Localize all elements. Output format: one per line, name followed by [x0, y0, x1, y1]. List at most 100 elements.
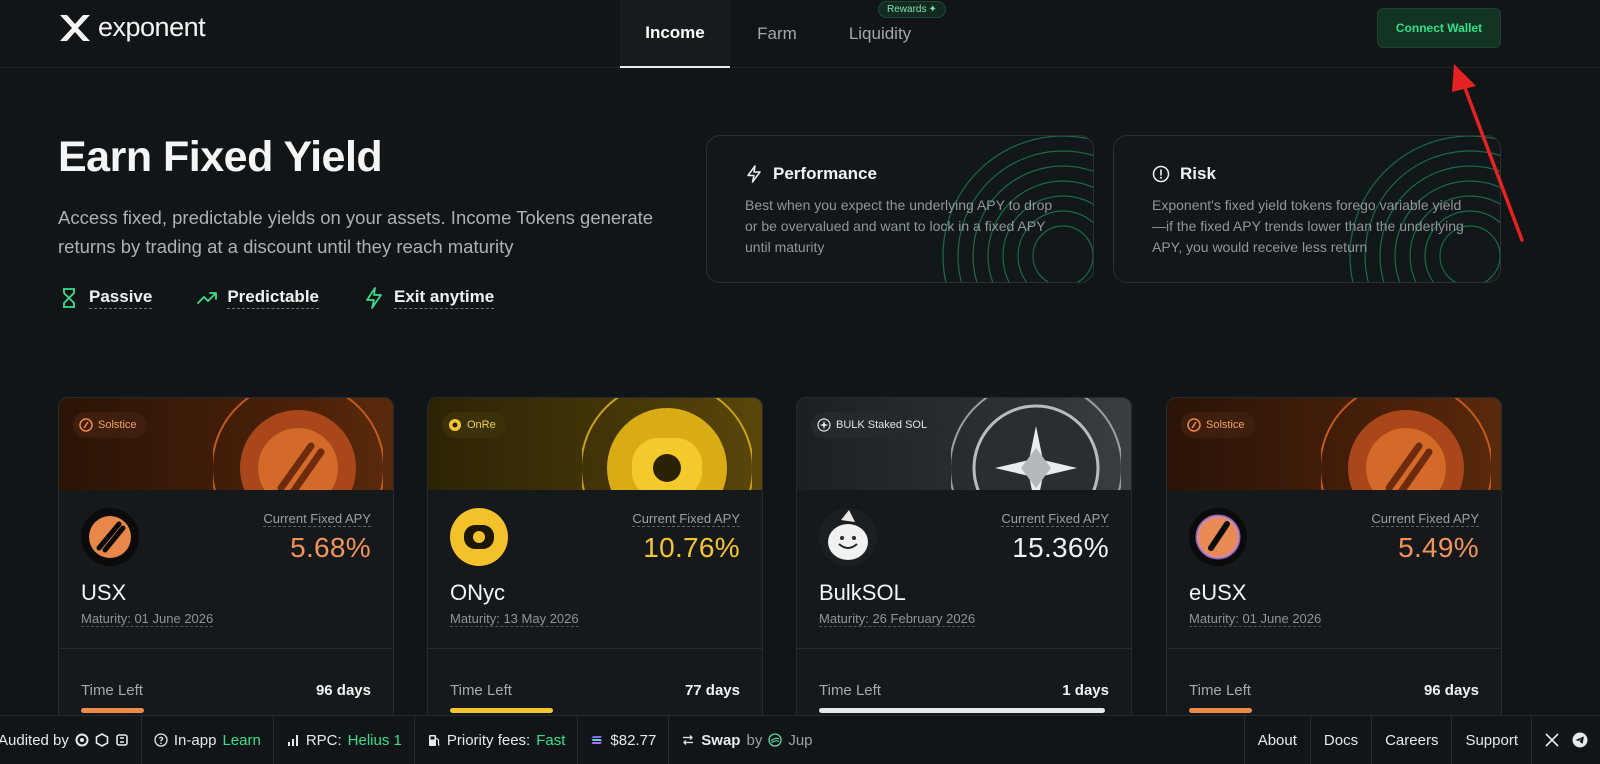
- footer-link-support[interactable]: Support: [1451, 716, 1531, 764]
- page-title: Earn Fixed Yield: [58, 133, 383, 181]
- platform-name: BULK Staked SOL: [836, 419, 928, 431]
- footer-link-docs[interactable]: Docs: [1309, 716, 1371, 764]
- onre-icon: [449, 419, 461, 431]
- exponent-logo-icon: [60, 14, 90, 41]
- trending-up-icon: [197, 292, 218, 304]
- usx-token-icon: [81, 508, 139, 566]
- time-left-label: Time Left: [450, 682, 512, 699]
- swap-by: by: [746, 731, 763, 749]
- time-left-value: 1 days: [1062, 682, 1109, 699]
- platform-name: Solstice: [98, 419, 137, 431]
- time-left-label: Time Left: [81, 682, 143, 699]
- card-banner: OnRe: [428, 398, 762, 490]
- fuel-pump-icon: [428, 735, 440, 746]
- onre-logo-art: [582, 398, 752, 490]
- token-name: ONyc: [450, 580, 505, 605]
- maturity-date: Maturity: 01 June 2026: [81, 611, 214, 627]
- sol-price: $82.77: [578, 716, 670, 764]
- time-left-value: 77 days: [684, 682, 740, 699]
- status-footer: Audited by In-app Learn RPC: Helius 1 Pr…: [0, 715, 1600, 764]
- performance-card: Performance Best when you expect the und…: [706, 135, 1094, 283]
- risk-body: Exponent's fixed yield tokens forego var…: [1152, 197, 1464, 255]
- feature-passive[interactable]: Passive: [58, 287, 153, 309]
- time-left-label: Time Left: [1189, 682, 1251, 699]
- fees-value: Fast: [536, 731, 566, 749]
- learn-link[interactable]: Learn: [222, 732, 260, 749]
- signal-bars-icon: [287, 735, 298, 746]
- brand-logo[interactable]: exponent: [58, 12, 206, 43]
- rewards-badge: Rewards ✦: [878, 1, 946, 18]
- time-left-bar: [819, 708, 1105, 713]
- asset-card-onyc[interactable]: OnRe Current Fixed APY 10.76% ONyc Matur…: [427, 397, 763, 727]
- time-left-bar: [450, 708, 553, 713]
- feature-exit-anytime[interactable]: Exit anytime: [363, 287, 495, 309]
- maturity-date: Maturity: 01 June 2026: [1189, 611, 1322, 627]
- apy-label: Current Fixed APY: [263, 511, 371, 527]
- jupiter-icon: [768, 733, 782, 747]
- hourglass-icon: [63, 288, 75, 308]
- footer-link-about[interactable]: About: [1243, 716, 1310, 764]
- maturity-date: Maturity: 26 February 2026: [819, 611, 976, 627]
- auditor-logo-icon: [75, 733, 89, 747]
- priority-fees[interactable]: Priority fees: Fast: [415, 716, 579, 764]
- fees-label: Priority fees:: [446, 731, 531, 749]
- in-app-learn[interactable]: In-app Learn: [142, 716, 274, 764]
- solstice-logo-art: [213, 398, 383, 490]
- bulk-logo-art: [951, 398, 1121, 490]
- tab-income[interactable]: Income: [620, 0, 730, 68]
- swap-link[interactable]: Swap by Jup: [669, 716, 824, 764]
- rpc-value: Helius 1: [347, 731, 402, 749]
- connect-wallet-button[interactable]: Connect Wallet: [1377, 8, 1501, 48]
- token-name: eUSX: [1189, 580, 1247, 605]
- swap-provider: Jup: [788, 731, 813, 749]
- rpc-status[interactable]: RPC: Helius 1: [274, 716, 415, 764]
- swap-label: Swap: [701, 731, 741, 749]
- asset-card-usx[interactable]: Solstice Current Fixed APY 5.68% USX Mat…: [58, 397, 394, 727]
- annotation-arrow-icon: [1452, 64, 1524, 242]
- eusx-token-icon: [1189, 508, 1247, 566]
- social-links: [1531, 716, 1600, 764]
- divider: [428, 648, 762, 649]
- time-left-label: Time Left: [819, 682, 881, 699]
- apy-value: 5.49%: [1398, 532, 1479, 563]
- hero-description: Access fixed, predictable yields on your…: [58, 207, 654, 257]
- performance-body: Best when you expect the underlying APY …: [745, 197, 1053, 255]
- performance-title: Performance: [773, 164, 877, 183]
- footer-link-careers[interactable]: Careers: [1371, 716, 1451, 764]
- help-circle-icon: [154, 733, 168, 747]
- platform-chip: Solstice: [73, 412, 147, 438]
- apy-label: Current Fixed APY: [632, 511, 740, 527]
- platform-chip: Solstice: [1181, 412, 1255, 438]
- token-name: USX: [81, 580, 127, 605]
- card-banner: BULK Staked SOL: [797, 398, 1131, 490]
- solstice-logo-art: [1321, 398, 1491, 490]
- risk-title: Risk: [1180, 164, 1216, 183]
- lightning-icon: [366, 287, 382, 309]
- time-left-value: 96 days: [315, 682, 371, 699]
- apy-value: 10.76%: [643, 532, 740, 563]
- swap-arrows-icon: [683, 735, 694, 745]
- time-left-bar: [1189, 708, 1252, 713]
- apy-value: 15.36%: [1012, 532, 1109, 563]
- sparkle-icon: ✦: [928, 4, 937, 15]
- token-name: BulkSOL: [819, 580, 906, 605]
- apy-label: Current Fixed APY: [1371, 511, 1479, 527]
- performance-card-header: Performance: [745, 164, 877, 184]
- asset-card-bulksol[interactable]: BULK Staked SOL Current Fixed APY 15.36%…: [796, 397, 1132, 727]
- solstice-icon: [1187, 418, 1201, 432]
- audited-by[interactable]: Audited by: [0, 716, 142, 764]
- feature-predictable[interactable]: Predictable: [196, 287, 319, 309]
- footer-links: About Docs Careers Support: [1243, 716, 1600, 764]
- feature-label: Exit anytime: [394, 287, 495, 309]
- time-left-value: 96 days: [1423, 682, 1479, 699]
- platform-chip: BULK Staked SOL: [811, 412, 938, 438]
- apy-value: 5.68%: [290, 532, 371, 563]
- asset-card-eusx[interactable]: Solstice Current Fixed APY 5.49% eUSX Ma…: [1166, 397, 1502, 727]
- x-twitter-icon[interactable]: [1544, 732, 1560, 748]
- card-banner: Solstice: [1167, 398, 1501, 490]
- platform-name: OnRe: [467, 419, 496, 431]
- telegram-icon[interactable]: [1572, 732, 1588, 748]
- divider: [797, 648, 1131, 649]
- learn-prefix: In-app: [173, 731, 217, 749]
- tab-farm[interactable]: Farm: [730, 0, 824, 68]
